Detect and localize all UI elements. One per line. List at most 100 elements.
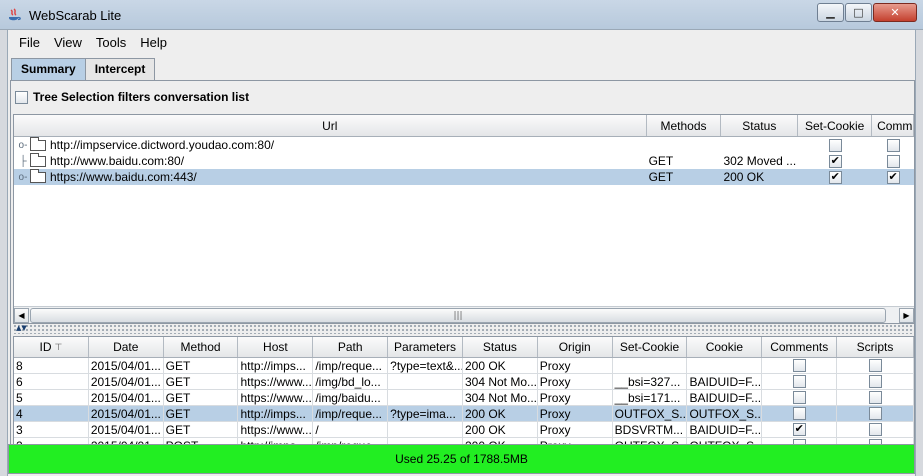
- conv-method: GET: [165, 422, 191, 437]
- arrow-right-icon: ▶: [903, 311, 910, 320]
- conv-comments-checkbox[interactable]: [792, 359, 806, 372]
- column-header-set-cookie[interactable]: Set-Cookie: [798, 115, 873, 136]
- conv-date: 2015/04/01...: [90, 390, 161, 405]
- scroll-left-button[interactable]: ◀: [14, 308, 29, 323]
- tree-filter-checkbox[interactable]: [15, 90, 28, 104]
- conv-comments-checkbox[interactable]: ✔: [792, 423, 806, 436]
- checkmark-icon: ✔: [794, 423, 804, 435]
- tree-set-cookie-checkbox[interactable]: ✔: [828, 170, 842, 184]
- conv-status: 200 OK: [464, 422, 506, 437]
- column-header-id-label: ID: [39, 340, 52, 354]
- tree-row[interactable]: o-https://www.baidu.com:443/GET 200 OK ✔ ✔: [14, 169, 914, 185]
- conv-host: http://imps...: [240, 406, 306, 421]
- tree-status: 302 Moved ...: [723, 154, 797, 168]
- conversation-row[interactable]: 3 2015/04/01... GET https://www..../ 200 OK P…: [14, 421, 914, 438]
- conv-status: 200 OK: [464, 406, 506, 421]
- conv-host: https://www....: [240, 374, 314, 389]
- memory-usage-text: Used 25.25 of 1788.5MB: [395, 452, 528, 466]
- column-header-status[interactable]: Status: [721, 115, 799, 136]
- conv-status: 304 Not Mo...: [464, 390, 538, 405]
- conv-path: /img/baidu...: [315, 390, 381, 405]
- tree-expand-handle-icon[interactable]: o-: [16, 172, 30, 183]
- column-header-parameters[interactable]: Parameters: [388, 337, 463, 357]
- tree-comments-checkbox[interactable]: [886, 138, 900, 152]
- tree-row[interactable]: ├ http://www.baidu.com:80/GET 302 Moved ..…: [14, 153, 914, 169]
- menu-view[interactable]: View: [47, 35, 89, 50]
- url-tree-rows: o-http://impservice.dictword.youdao.com:…: [14, 137, 914, 185]
- menu-help[interactable]: Help: [133, 35, 174, 50]
- tree-set-cookie-checkbox[interactable]: [828, 138, 842, 152]
- column-header-host[interactable]: Host: [238, 337, 314, 357]
- tab-summary[interactable]: Summary: [11, 58, 86, 81]
- conv-set-cookie: __bsi=171...: [614, 390, 681, 405]
- menu-bar: File View Tools Help: [8, 30, 915, 55]
- summary-panel: Tree Selection filters conversation list…: [10, 80, 915, 451]
- tree-url: http://www.baidu.com:80/: [50, 154, 185, 168]
- column-header-comments[interactable]: Comments: [762, 337, 838, 357]
- tree-url: http://impservice.dictword.youdao.com:80…: [50, 138, 275, 152]
- tree-expand-handle-icon[interactable]: o-: [16, 140, 30, 151]
- conv-id: 8: [16, 358, 23, 373]
- conv-parameters: ?type=ima...: [390, 406, 456, 421]
- column-header-path[interactable]: Path: [313, 337, 389, 357]
- tree-comments-checkbox[interactable]: [886, 154, 900, 168]
- tree-filter-option[interactable]: Tree Selection filters conversation list: [15, 90, 249, 104]
- column-header-scripts[interactable]: Scripts: [837, 337, 914, 357]
- main-window: File View Tools Help Summary Intercept T…: [7, 30, 916, 476]
- conv-scripts-checkbox[interactable]: [868, 375, 882, 388]
- folder-icon: [30, 137, 46, 151]
- horizontal-scrollbar[interactable]: ◀ ||| ▶: [14, 306, 914, 323]
- menu-file[interactable]: File: [12, 35, 47, 50]
- conv-path: /img/bd_lo...: [315, 374, 381, 389]
- arrow-left-icon: ◀: [18, 311, 25, 320]
- tree-row[interactable]: o-http://impservice.dictword.youdao.com:…: [14, 137, 914, 153]
- minimize-button[interactable]: ▁: [817, 3, 844, 22]
- maximize-button[interactable]: □: [845, 3, 872, 22]
- column-header-methods[interactable]: Methods: [647, 115, 722, 136]
- tree-set-cookie-checkbox[interactable]: ✔: [828, 154, 842, 168]
- conv-method: GET: [165, 390, 191, 405]
- split-pane-divider[interactable]: ▲▼: [13, 324, 915, 334]
- conv-scripts-checkbox[interactable]: [868, 391, 882, 404]
- conv-cookie: OUTFOX_S...: [689, 406, 763, 421]
- column-header-date[interactable]: Date: [89, 337, 164, 357]
- column-header-status[interactable]: Status: [463, 337, 538, 357]
- conv-scripts-checkbox[interactable]: [868, 423, 882, 436]
- conversation-row[interactable]: 4 2015/04/01... GET http://imps... /imp/requ…: [14, 405, 914, 422]
- conv-set-cookie: __bsi=327...: [614, 374, 681, 389]
- conv-id: 3: [16, 422, 23, 437]
- scroll-thumb[interactable]: |||: [30, 308, 886, 323]
- conv-comments-checkbox[interactable]: [792, 391, 806, 404]
- conversation-row[interactable]: 5 2015/04/01... GET https://www..../img/bai…: [14, 389, 914, 406]
- close-button[interactable]: ✕: [873, 3, 917, 22]
- close-icon: ✕: [890, 6, 900, 19]
- conv-comments-checkbox[interactable]: [792, 375, 806, 388]
- column-header-method[interactable]: Method: [164, 337, 239, 357]
- sort-descending-icon: ⊤: [54, 341, 63, 352]
- column-header-origin[interactable]: Origin: [538, 337, 613, 357]
- column-header-cookie[interactable]: Cookie: [687, 337, 763, 357]
- split-collapse-arrows-icon[interactable]: ▲▼: [16, 324, 27, 333]
- column-header-url[interactable]: Url: [14, 115, 647, 136]
- conversation-row[interactable]: 8 2015/04/01... GET http://imps... /imp/requ…: [14, 357, 914, 374]
- tree-url: https://www.baidu.com:443/: [50, 170, 197, 184]
- maximize-icon: □: [853, 6, 864, 19]
- scroll-right-button[interactable]: ▶: [899, 308, 914, 323]
- conversation-row[interactable]: 6 2015/04/01... GET https://www..../img/bd_…: [14, 373, 914, 390]
- conv-date: 2015/04/01...: [90, 374, 161, 389]
- tree-line-icon: ├: [19, 155, 27, 167]
- column-header-id[interactable]: ID ⊤: [14, 337, 89, 357]
- conv-status: 200 OK: [464, 358, 506, 373]
- conv-scripts-checkbox[interactable]: [868, 359, 882, 372]
- column-header-set-cookie[interactable]: Set-Cookie: [613, 337, 688, 357]
- conv-comments-checkbox[interactable]: [792, 407, 806, 420]
- java-app-icon: [9, 8, 21, 21]
- conv-set-cookie: BDSVRTM...: [614, 422, 684, 437]
- conv-method: GET: [165, 406, 191, 421]
- tree-comments-checkbox[interactable]: ✔: [886, 170, 900, 184]
- checkmark-icon: ✔: [830, 170, 840, 183]
- conv-scripts-checkbox[interactable]: [868, 407, 882, 420]
- column-header-comments[interactable]: Comm: [872, 115, 914, 136]
- menu-tools[interactable]: Tools: [89, 35, 133, 50]
- tab-intercept[interactable]: Intercept: [84, 58, 156, 80]
